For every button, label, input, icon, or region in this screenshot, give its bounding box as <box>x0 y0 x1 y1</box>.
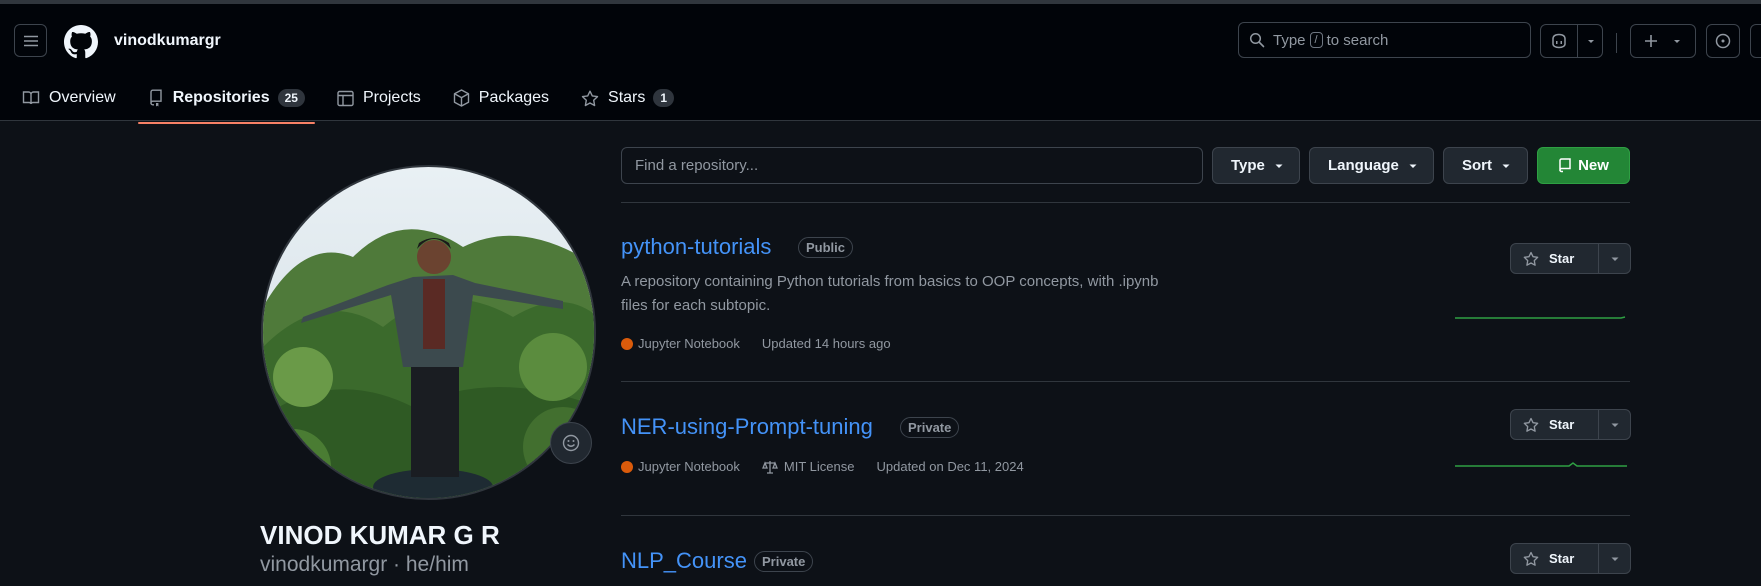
activity-sparkline <box>1455 316 1626 319</box>
search-suffix-text: to search <box>1326 31 1389 49</box>
chevron-down-icon <box>1611 257 1618 261</box>
activity-sparkline <box>1455 462 1627 467</box>
search-icon <box>1249 32 1265 48</box>
law-icon <box>761 460 778 474</box>
repo-license: MIT License <box>761 459 855 474</box>
issue-opened-icon <box>1715 33 1731 49</box>
language-color-dot <box>621 460 633 473</box>
tab-label: Projects <box>362 89 421 106</box>
visibility-badge: Public <box>798 237 854 258</box>
star-list-dropdown[interactable] <box>1599 554 1630 564</box>
star-button-group: Star <box>1510 409 1631 440</box>
repo-name-link[interactable]: NER-using-Prompt-tuning <box>621 414 873 440</box>
repo-icon <box>1559 157 1571 172</box>
sort-filter-button[interactable]: Sort <box>1443 147 1528 184</box>
tab-label: Packages <box>478 89 550 106</box>
visibility-badge: Private <box>900 417 960 438</box>
repo-language: Jupyter Notebook <box>638 336 740 351</box>
issues-button[interactable] <box>1706 24 1740 58</box>
copilot-icon <box>1552 33 1566 49</box>
find-repository-input[interactable] <box>621 147 1203 184</box>
list-divider <box>621 202 1630 203</box>
search-prefix-text: Type <box>1273 31 1306 49</box>
stars-count-badge: 1 <box>653 89 675 107</box>
tab-overview[interactable]: Overview <box>12 76 126 120</box>
star-icon <box>1523 551 1539 566</box>
star-button[interactable]: Star <box>1511 544 1599 573</box>
repo-meta: Jupyter Notebook MIT License Updated on … <box>621 459 1024 474</box>
header-username[interactable]: vinodkumargr <box>114 32 221 50</box>
sort-filter-label: Sort <box>1462 157 1492 174</box>
type-filter-label: Type <box>1231 157 1265 174</box>
table-icon <box>337 90 354 106</box>
hamburger-icon <box>23 35 38 46</box>
language-filter-button[interactable]: Language <box>1309 147 1434 184</box>
package-icon <box>453 89 469 107</box>
new-button-label: New <box>1578 157 1609 174</box>
chevron-down-icon <box>1275 164 1283 168</box>
visibility-badge: Private <box>754 551 814 572</box>
star-icon <box>581 90 599 106</box>
github-logo-icon[interactable] <box>64 25 98 59</box>
list-divider <box>621 515 1630 516</box>
chevron-down-icon <box>1502 164 1510 168</box>
star-label: Star <box>1549 417 1575 432</box>
search-shortcut-key: / <box>1309 32 1323 48</box>
repo-updated: Updated 14 hours ago <box>761 336 891 351</box>
star-button-group: Star <box>1510 543 1631 574</box>
repo-name-link[interactable]: NLP_Course <box>621 548 747 574</box>
tab-label: Stars <box>608 89 646 106</box>
star-button[interactable]: Star <box>1511 410 1599 439</box>
tab-projects[interactable]: Projects <box>327 76 431 120</box>
repo-updated: Updated on Dec 11, 2024 <box>876 459 1024 474</box>
star-button[interactable]: Star <box>1511 244 1599 273</box>
avatar[interactable] <box>261 165 596 500</box>
tab-packages[interactable]: Packages <box>443 76 559 120</box>
tab-label: Overview <box>49 89 116 106</box>
profile-full-name: VINOD KUMAR G R <box>260 520 500 550</box>
global-header: vinodkumargr Type / to search Overview R… <box>0 4 1761 124</box>
star-list-dropdown[interactable] <box>1599 254 1630 264</box>
star-list-dropdown[interactable] <box>1599 420 1630 430</box>
plus-icon <box>1645 35 1657 47</box>
repo-name-link[interactable]: python-tutorials <box>621 234 771 260</box>
star-icon <box>1523 417 1539 432</box>
repo-meta: Jupyter Notebook Updated 14 hours ago <box>621 336 891 351</box>
star-label: Star <box>1549 551 1575 566</box>
set-status-button[interactable] <box>550 422 592 464</box>
tab-repositories[interactable]: Repositories 25 <box>137 76 316 124</box>
star-icon <box>1523 251 1539 266</box>
list-divider <box>621 381 1630 382</box>
repo-description: A repository containing Python tutorials… <box>621 273 1159 314</box>
profile-login-pronouns: vinodkumargr · he/him <box>260 553 469 576</box>
repo-icon <box>149 89 162 107</box>
type-filter-button[interactable]: Type <box>1212 147 1300 184</box>
repositories-count-badge: 25 <box>277 89 305 107</box>
chevron-down-icon <box>1611 423 1618 427</box>
create-new-button[interactable] <box>1630 24 1696 58</box>
repo-license-label: MIT License <box>783 459 855 474</box>
global-search-input[interactable]: Type / to search <box>1238 22 1531 58</box>
chevron-down-icon <box>1588 40 1594 43</box>
chevron-down-icon <box>1409 164 1417 168</box>
profile-tabs: Overview Repositories 25 Projects Packag… <box>0 76 684 124</box>
new-repository-button[interactable]: New <box>1537 147 1630 184</box>
star-button-group: Star <box>1510 243 1631 274</box>
chevron-down-icon <box>1611 557 1618 561</box>
menu-button[interactable] <box>14 24 47 57</box>
book-icon <box>22 91 40 105</box>
star-label: Star <box>1549 251 1575 266</box>
chevron-down-icon <box>1674 40 1680 43</box>
pull-requests-button[interactable] <box>1750 24 1761 58</box>
language-filter-label: Language <box>1328 157 1399 174</box>
header-divider <box>1616 33 1617 53</box>
repo-language: Jupyter Notebook <box>638 459 740 474</box>
tab-label: Repositories <box>172 89 270 106</box>
tab-stars[interactable]: Stars 1 <box>571 76 684 120</box>
language-color-dot <box>621 337 633 350</box>
smiley-icon <box>562 434 580 452</box>
copilot-button[interactable] <box>1540 24 1603 58</box>
